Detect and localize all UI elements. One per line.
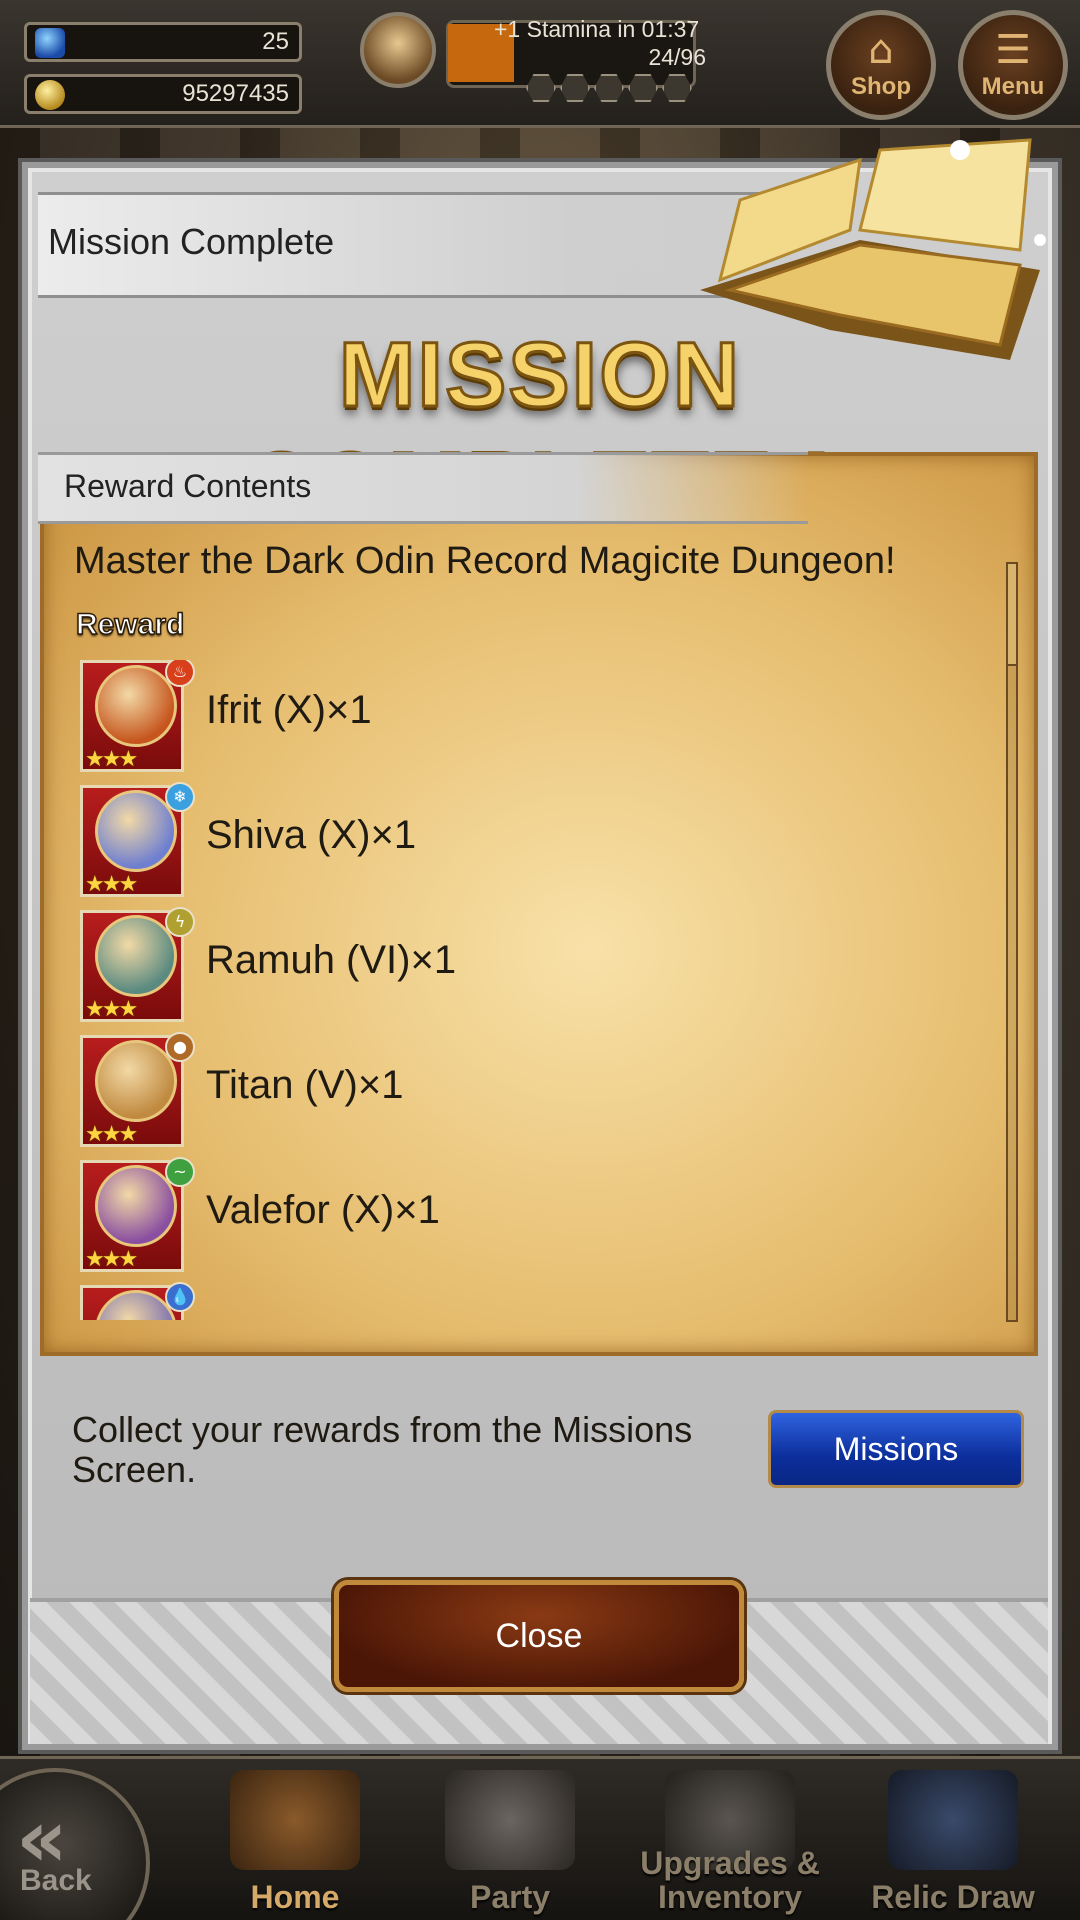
nav-upgrades-inventory[interactable]: Upgrades & Inventory: [625, 1770, 835, 1920]
modal-title: Mission Complete: [48, 221, 335, 262]
reward-name: Valefor (X)×1: [206, 1188, 440, 1232]
magicite-orb: [95, 1165, 177, 1247]
nav-party-label: Party: [469, 1879, 551, 1915]
reward-list[interactable]: ♨ ★★★ Ifrit (X)×1 ❄ ★★★ Shiva (X)×1 ϟ ★★…: [74, 660, 994, 1320]
gem-counter: 25: [24, 22, 302, 62]
list-item[interactable]: ♨ ★★★ Ifrit (X)×1: [74, 660, 974, 780]
list-item[interactable]: 💧: [74, 1282, 974, 1320]
stamina-pip: [662, 74, 692, 102]
collect-instructions: Collect your rewards from the Missions S…: [72, 1409, 693, 1490]
reward-name: Ifrit (X)×1: [206, 688, 372, 732]
rarity-stars: ★★★: [85, 872, 138, 897]
reward-name: Shiva (X)×1: [206, 813, 417, 857]
magicite-card: ❄ ★★★: [80, 782, 195, 897]
menu-button[interactable]: ☰ Menu: [958, 10, 1068, 120]
player-portrait[interactable]: [360, 12, 436, 88]
stamina-pip: [526, 74, 556, 102]
shop-label: Shop: [851, 73, 911, 100]
gem-count: 25: [262, 28, 289, 55]
stamina-pip: [560, 74, 590, 102]
magicite-orb: [95, 665, 177, 747]
reward-contents-label: Reward Contents: [64, 468, 312, 504]
top-hud: 25 95297435 +1 Stamina in 01:37 24/96 ⌂ …: [0, 0, 1080, 128]
magicite-orb: [95, 915, 177, 997]
magicite-card: ~ ★★★: [80, 1157, 195, 1272]
rarity-stars: ★★★: [85, 1247, 138, 1272]
chess-pieces-icon: [445, 1770, 575, 1870]
nav-home-label: Home: [250, 1879, 340, 1915]
nav-home[interactable]: Home: [190, 1770, 400, 1920]
ice-icon: ❄: [165, 782, 195, 812]
stamina-pips: [526, 74, 692, 102]
nav-relic-label: Relic Draw: [871, 1879, 1035, 1915]
magicite-card: 💧: [80, 1282, 195, 1320]
gem-icon: [35, 28, 65, 58]
stamina-pip: [594, 74, 624, 102]
scrollbar-thumb[interactable]: [1006, 562, 1018, 666]
fire-icon: ♨: [165, 660, 195, 687]
stamina-timer: +1 Stamina in 01:37: [494, 16, 700, 42]
wind-icon: ~: [165, 1157, 195, 1187]
earth-icon: ●: [165, 1032, 195, 1062]
mission-title: Master the Dark Odin Record Magicite Dun…: [74, 540, 896, 582]
shop-button[interactable]: ⌂ Shop: [826, 10, 936, 120]
magicite-orb: [95, 1040, 177, 1122]
reward-label: Reward: [75, 607, 185, 642]
magicite-card: ♨ ★★★: [80, 660, 195, 772]
reward-name: Ramuh (VI)×1: [206, 938, 457, 982]
book-quill-icon: [230, 1770, 360, 1870]
missions-button[interactable]: Missions: [768, 1410, 1024, 1488]
water-icon: 💧: [165, 1282, 195, 1312]
stamina-count: 24/96: [648, 44, 706, 70]
stamina-pip: [628, 74, 658, 102]
house-icon: ⌂: [868, 27, 894, 73]
nav-relic-draw[interactable]: Relic Draw: [848, 1770, 1058, 1920]
lightning-icon: ϟ: [165, 907, 195, 937]
list-item[interactable]: ● ★★★ Titan (V)×1: [74, 1032, 974, 1155]
gil-count: 95297435: [182, 80, 289, 107]
menu-label: Menu: [981, 73, 1045, 100]
reward-name: Titan (V)×1: [206, 1063, 404, 1107]
magicite-card: ● ★★★: [80, 1032, 195, 1147]
gil-counter: 95297435: [24, 74, 302, 114]
back-label: Back: [20, 1864, 92, 1897]
stamina-panel: +1 Stamina in 01:37 24/96: [360, 8, 720, 108]
list-item[interactable]: ~ ★★★ Valefor (X)×1: [74, 1157, 974, 1280]
nav-upgrades-label: Upgrades & Inventory: [640, 1845, 820, 1915]
rarity-stars: ★★★: [85, 997, 138, 1022]
crystal-icon: [888, 1770, 1018, 1870]
magicite-card: ϟ ★★★: [80, 907, 195, 1022]
rarity-stars: ★★★: [85, 1122, 138, 1147]
rarity-stars: ★★★: [85, 747, 138, 772]
mission-complete-banner: MISSION COMPLETE !: [245, 323, 833, 538]
close-button[interactable]: Close: [334, 1580, 744, 1692]
gil-coin-icon: [35, 80, 65, 110]
nav-party[interactable]: Party: [405, 1770, 615, 1920]
magicite-orb: [95, 790, 177, 872]
reward-list-scrollbar[interactable]: [1006, 562, 1018, 1322]
list-item[interactable]: ϟ ★★★ Ramuh (VI)×1: [74, 907, 974, 1030]
reward-contents-header: Reward Contents: [38, 452, 808, 524]
list-item[interactable]: ❄ ★★★ Shiva (X)×1: [74, 782, 974, 905]
menu-list-icon: ☰: [995, 27, 1031, 73]
